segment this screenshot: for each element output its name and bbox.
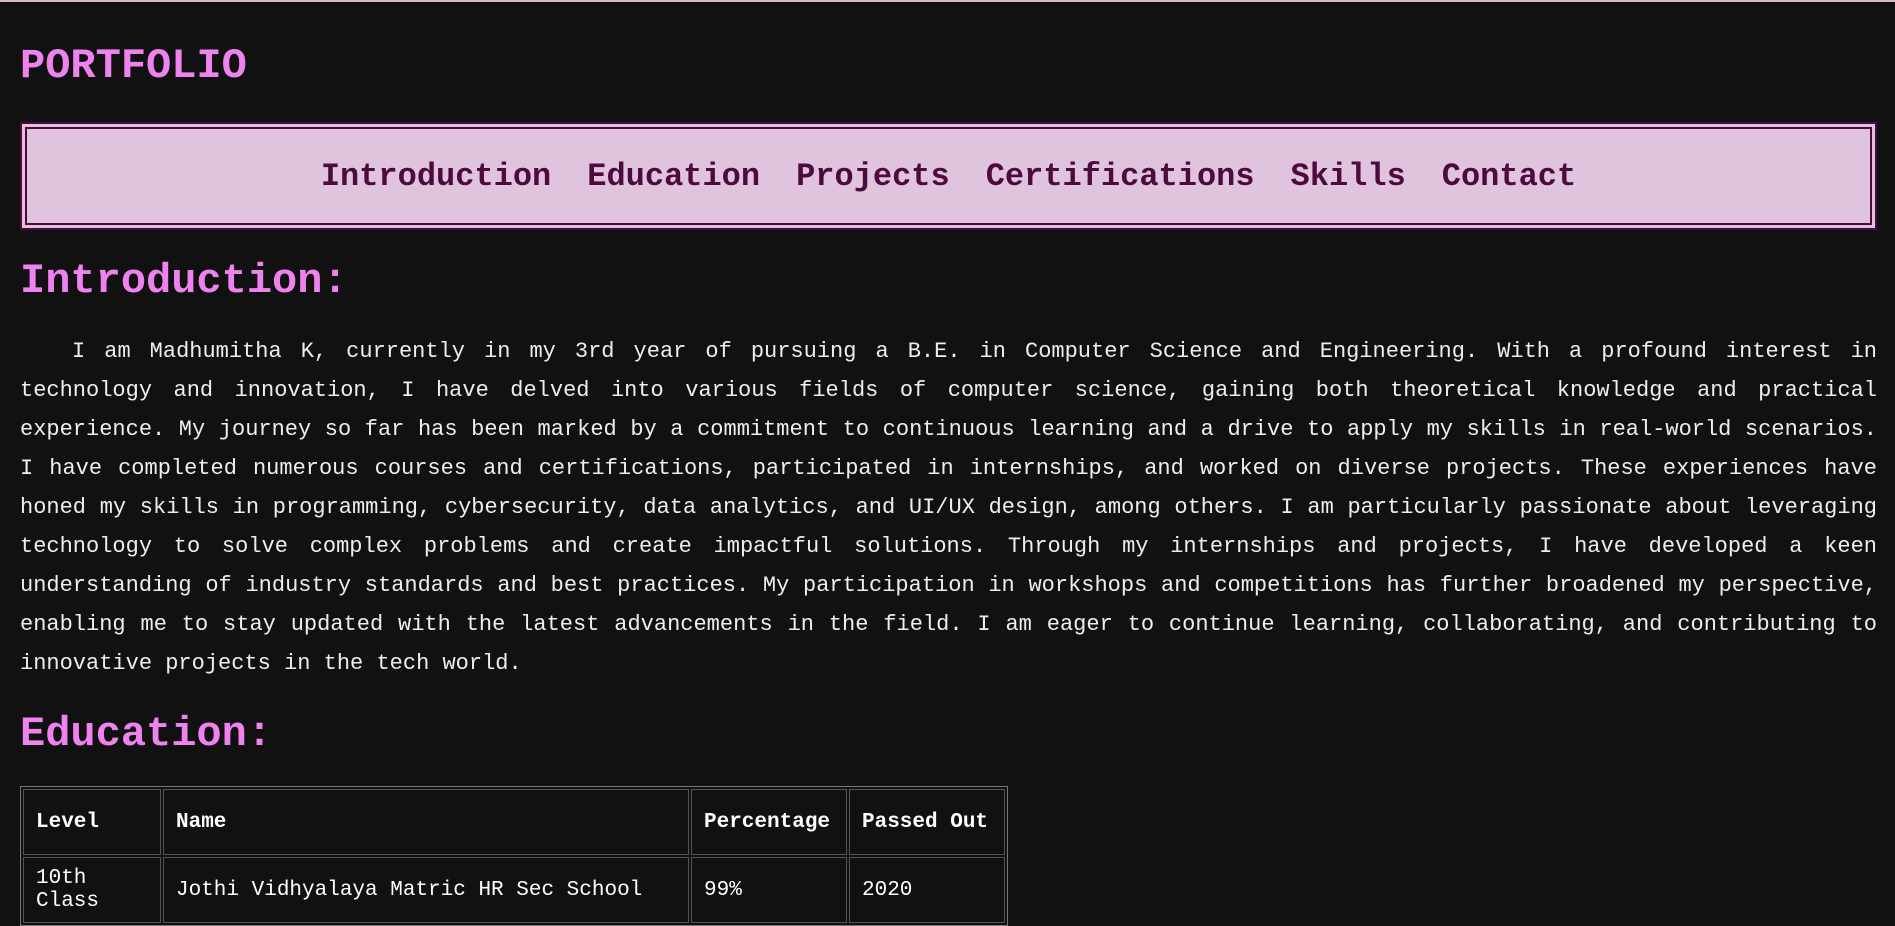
page-title: PORTFOLIO xyxy=(20,42,247,90)
cell-passed-out: 2020 xyxy=(849,857,1005,923)
nav-projects[interactable]: Projects xyxy=(796,158,950,195)
table-row: 10th Class Jothi Vidhyalaya Matric HR Se… xyxy=(23,857,1005,923)
nav-certifications[interactable]: Certifications xyxy=(986,158,1255,195)
column-header-percentage: Percentage xyxy=(691,789,847,855)
cell-percentage: 99% xyxy=(691,857,847,923)
education-table: Level Name Percentage Passed Out 10th Cl… xyxy=(20,786,1008,926)
nav-education[interactable]: Education xyxy=(587,158,760,195)
introduction-text: I am Madhumitha K, currently in my 3rd y… xyxy=(20,339,1877,676)
column-header-name: Name xyxy=(163,789,689,855)
nav-introduction[interactable]: Introduction xyxy=(321,158,551,195)
nav-skills[interactable]: Skills xyxy=(1291,158,1406,195)
table-header-row: Level Name Percentage Passed Out xyxy=(23,789,1005,855)
introduction-heading: Introduction: xyxy=(20,257,348,305)
education-heading: Education: xyxy=(20,710,273,758)
cell-level: 10th Class xyxy=(23,857,161,923)
cell-name: Jothi Vidhyalaya Matric HR Sec School xyxy=(163,857,689,923)
nav-bar: Introduction Education Projects Certific… xyxy=(20,122,1877,230)
column-header-level: Level xyxy=(23,789,161,855)
column-header-passed-out: Passed Out xyxy=(849,789,1005,855)
nav-contact[interactable]: Contact xyxy=(1442,158,1576,195)
